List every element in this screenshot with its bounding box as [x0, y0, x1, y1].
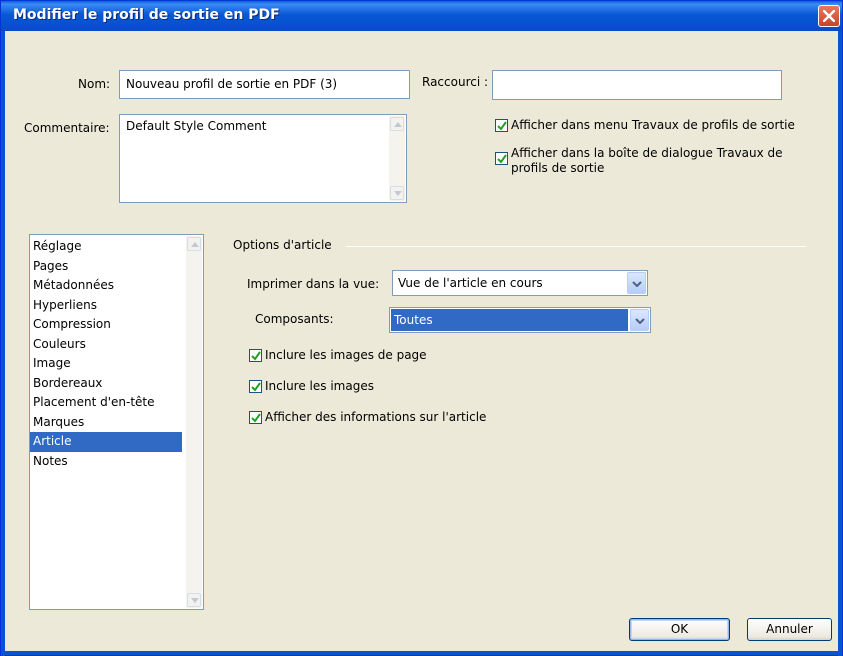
list-item-notes[interactable]: Notes: [30, 452, 182, 472]
list-item-compression[interactable]: Compression: [30, 315, 182, 335]
chevron-down-icon: [394, 191, 402, 196]
chevron-up-icon: [394, 122, 402, 127]
components-label: Composants:: [255, 312, 334, 326]
category-list[interactable]: Réglage Pages Métadonnées Hyperliens Com…: [29, 234, 204, 610]
list-item-hyperliens[interactable]: Hyperliens: [30, 296, 182, 316]
scroll-down-button[interactable]: [390, 186, 404, 200]
include-page-images-checkbox[interactable]: Inclure les images de page: [249, 348, 427, 362]
chevron-down-icon: [635, 318, 645, 324]
window-frame-right: [838, 31, 842, 656]
include-images-label: Inclure les images: [265, 379, 374, 393]
list-item-image[interactable]: Image: [30, 354, 182, 374]
close-icon: [823, 10, 835, 22]
components-value: Toutes: [391, 309, 628, 331]
show-in-menu-label: Afficher dans menu Travaux de profils de…: [511, 118, 795, 132]
checkbox-box[interactable]: [249, 411, 262, 424]
cancel-button[interactable]: Annuler: [747, 618, 832, 641]
print-in-view-label: Imprimer dans la vue:: [247, 277, 380, 291]
comment-text: Default Style Comment: [126, 119, 267, 133]
components-select[interactable]: Toutes: [389, 307, 651, 333]
include-images-checkbox[interactable]: Inclure les images: [249, 379, 374, 393]
article-options-title: Options d'article: [233, 238, 332, 252]
comment-textarea[interactable]: Default Style Comment: [119, 114, 407, 203]
checkmark-icon: [251, 382, 261, 392]
checkbox-box[interactable]: [249, 380, 262, 393]
list-item-couleurs[interactable]: Couleurs: [30, 335, 182, 355]
checkbox-box[interactable]: [495, 152, 508, 165]
ok-button[interactable]: OK: [629, 618, 730, 641]
checkbox-box[interactable]: [495, 119, 508, 132]
include-page-images-label: Inclure les images de page: [265, 348, 427, 362]
list-item-article[interactable]: Article: [30, 432, 182, 452]
list-item-placement-en-tete[interactable]: Placement d'en-tête: [30, 393, 182, 413]
list-item-pages[interactable]: Pages: [30, 257, 182, 277]
close-button[interactable]: [818, 5, 840, 27]
show-article-info-checkbox[interactable]: Afficher des informations sur l'article: [249, 410, 486, 424]
show-in-menu-checkbox[interactable]: Afficher dans menu Travaux de profils de…: [495, 118, 795, 132]
shortcut-label: Raccourci :: [422, 75, 489, 89]
comment-label: Commentaire:: [24, 121, 110, 135]
group-divider: [346, 246, 806, 247]
scroll-down-button[interactable]: [187, 593, 201, 607]
name-input[interactable]: Nouveau profil de sortie en PDF (3): [119, 70, 410, 99]
chevron-down-icon: [191, 598, 199, 603]
title-bar: Modifier le profil de sortie en PDF: [1, 1, 842, 31]
checkmark-icon: [251, 413, 261, 423]
dialog-title: Modifier le profil de sortie en PDF: [13, 7, 280, 23]
dialog-window: Modifier le profil de sortie en PDF Nom:…: [0, 0, 843, 656]
checkmark-icon: [497, 121, 507, 131]
shortcut-input[interactable]: [492, 70, 782, 100]
window-frame-left: [1, 31, 5, 656]
print-in-view-select[interactable]: Vue de l'article en cours: [392, 270, 648, 296]
list-item-reglage[interactable]: Réglage: [30, 237, 182, 257]
dropdown-button[interactable]: [630, 309, 649, 331]
list-item-metadonnees[interactable]: Métadonnées: [30, 276, 182, 296]
chevron-up-icon: [191, 242, 199, 247]
show-article-info-label: Afficher des informations sur l'article: [265, 410, 487, 424]
list-item-bordereaux[interactable]: Bordereaux: [30, 374, 182, 394]
category-list-scrollbar[interactable]: [186, 236, 202, 608]
show-in-dialog-checkbox[interactable]: Afficher dans la boîte de dialogue Trava…: [495, 146, 815, 176]
window-frame-bottom: [1, 651, 842, 655]
checkmark-icon: [497, 154, 507, 164]
chevron-down-icon: [632, 281, 642, 287]
dropdown-button[interactable]: [627, 272, 646, 294]
scroll-up-button[interactable]: [187, 237, 201, 251]
checkmark-icon: [251, 351, 261, 361]
print-in-view-value: Vue de l'article en cours: [398, 276, 543, 290]
scroll-up-button[interactable]: [390, 117, 404, 131]
name-label: Nom:: [78, 77, 111, 91]
show-in-dialog-label: Afficher dans la boîte de dialogue Trava…: [511, 146, 783, 175]
checkbox-box[interactable]: [249, 349, 262, 362]
comment-scrollbar[interactable]: [389, 116, 405, 201]
list-item-marques[interactable]: Marques: [30, 413, 182, 433]
